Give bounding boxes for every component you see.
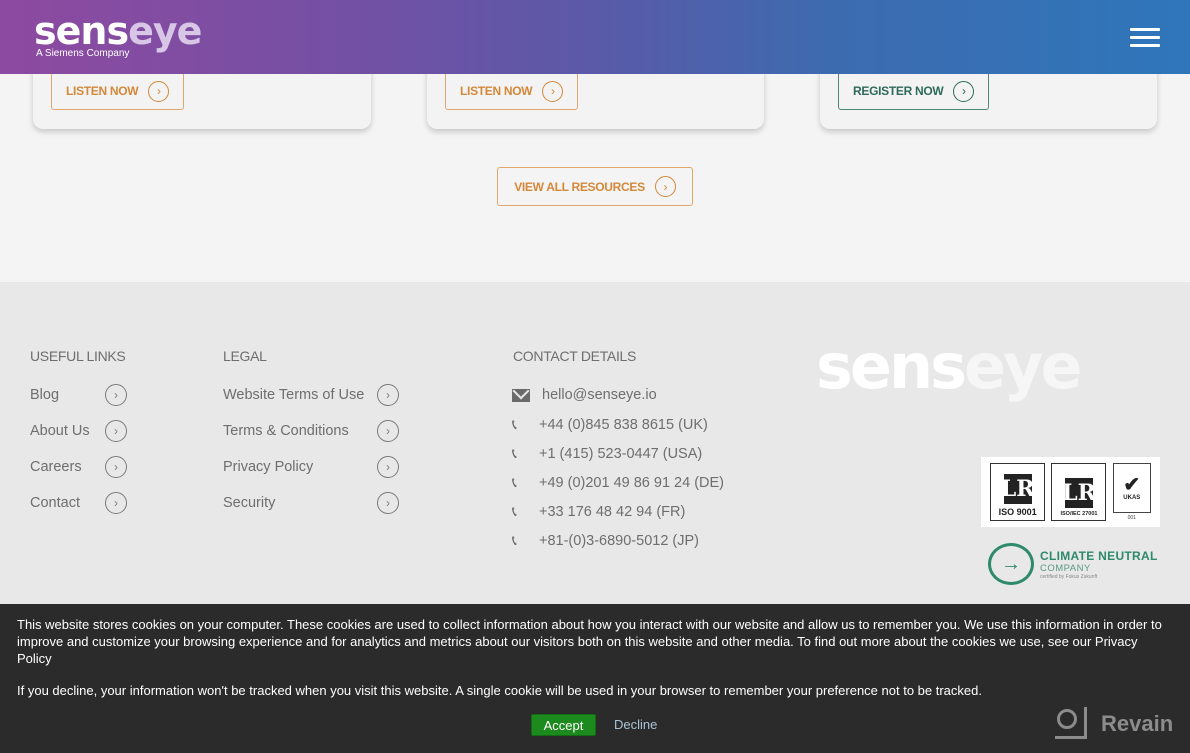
cookie-text: This website stores cookies on your comp… <box>17 617 1162 666</box>
logo-text: eye <box>964 330 1083 403</box>
decline-cookies-button[interactable]: Decline <box>614 716 657 733</box>
footer-link-terms-conditions[interactable]: Terms & Conditions › <box>223 420 399 442</box>
contact-details-title: CONTACT DETAILS <box>513 348 637 364</box>
chevron-right-icon: › <box>953 80 975 102</box>
chevron-right-icon: › <box>105 456 127 478</box>
footer-link-blog[interactable]: Blog › <box>30 384 127 406</box>
cookie-text-decline-info: If you decline, your information won't b… <box>17 683 982 698</box>
chevron-right-icon: › <box>105 420 127 442</box>
listen-now-button[interactable]: LISTEN NOW › <box>445 72 579 110</box>
button-label: LISTEN NOW <box>460 84 533 98</box>
chevron-right-icon: › <box>377 384 399 406</box>
footer-link-about-us[interactable]: About Us › <box>30 420 127 442</box>
arrow-leaf-icon: → <box>988 543 1034 585</box>
climate-title: CLIMATE NEUTRAL <box>1040 548 1158 563</box>
footer-senseye-logo: senseye <box>816 330 1083 403</box>
contact-email[interactable]: hello@senseye.io <box>512 387 657 403</box>
ukas-label: UKAS <box>1123 495 1141 501</box>
phone-text: +44 (0)845 838 8615 (UK) <box>539 416 708 433</box>
revain-watermark: Revain <box>1055 707 1173 739</box>
site-footer: USEFUL LINKS Blog › About Us › Careers › Co… <box>0 282 1190 604</box>
climate-neutral-badge: → CLIMATE NEUTRAL COMPANY certified by F… <box>988 543 1158 585</box>
phone-text: +33 176 48 42 94 (FR) <box>539 503 686 520</box>
button-label: VIEW ALL RESOURCES <box>514 179 645 194</box>
ukas-number: 001 <box>1127 515 1136 521</box>
iso-9001-badge: LR ISO 9001 <box>990 463 1046 521</box>
chevron-right-icon: › <box>654 176 676 197</box>
cert-label: ISO 9001 <box>998 507 1037 517</box>
climate-note: certified by Fokus Zukunft <box>1040 573 1098 580</box>
email-text: hello@senseye.io <box>542 387 657 403</box>
chevron-right-icon: › <box>148 80 170 102</box>
logo-text: sens <box>816 330 967 403</box>
phone-icon: 📞︎ <box>512 445 517 461</box>
senseye-logo[interactable]: senseye A Siemens Company <box>34 12 202 59</box>
lr-logo-icon: LR <box>1000 474 1035 504</box>
register-now-button[interactable]: REGISTER NOW › <box>838 72 990 110</box>
view-all-resources-button[interactable]: VIEW ALL RESOURCES › <box>497 167 693 206</box>
phone-icon: 📞︎ <box>512 503 517 519</box>
button-label: REGISTER NOW <box>853 84 944 98</box>
link-label: Careers <box>30 459 82 475</box>
ukas-badge: ✔ UKAS 001 <box>1112 463 1151 521</box>
iso-27001-badge: LR ISO/IEC 27001 <box>1051 463 1107 521</box>
phone-text: +49 (0)201 49 86 91 24 (DE) <box>539 474 724 491</box>
revain-logo-icon <box>1055 707 1087 739</box>
contact-phone[interactable]: 📞︎ +49 (0)201 49 86 91 24 (DE) <box>512 474 724 491</box>
certification-badges: LR ISO 9001 LR ISO/IEC 27001 ✔ UKAS 001 <box>981 457 1160 527</box>
link-label: Blog <box>30 387 60 403</box>
logo-text: sens <box>34 9 129 53</box>
link-label: Website Terms of Use <box>223 387 365 403</box>
cookie-banner: This website stores cookies on your comp… <box>0 604 1190 753</box>
chevron-right-icon: › <box>377 420 399 442</box>
accept-cookies-button[interactable]: Accept <box>531 714 596 736</box>
crown-check-icon: ✔ <box>1123 474 1141 496</box>
contact-phone[interactable]: 📞︎ +81-(0)3-6890-5012 (JP) <box>512 532 699 549</box>
contact-phone[interactable]: 📞︎ +33 176 48 42 94 (FR) <box>512 503 685 520</box>
lr-logo-icon: LR <box>1062 478 1096 508</box>
footer-link-security[interactable]: Security › <box>223 492 399 514</box>
legal-title: LEGAL <box>223 348 267 364</box>
chevron-right-icon: › <box>377 456 399 478</box>
chevron-right-icon: › <box>105 384 127 406</box>
climate-subtitle: COMPANY <box>1040 562 1091 574</box>
contact-phone[interactable]: 📞︎ +1 (415) 523-0447 (USA) <box>512 445 702 462</box>
cert-label: ISO/IEC 27001 <box>1060 511 1098 517</box>
logo-text: eye <box>128 9 202 53</box>
watermark-text: Revain <box>1101 710 1174 736</box>
mail-icon <box>512 388 530 402</box>
phone-text: +81-(0)3-6890-5012 (JP) <box>539 532 699 549</box>
hamburger-menu-icon[interactable] <box>1130 28 1160 48</box>
useful-links-title: USEFUL LINKS <box>30 348 126 364</box>
footer-link-careers[interactable]: Careers › <box>30 456 127 478</box>
phone-text: +1 (415) 523-0447 (USA) <box>539 445 703 462</box>
chevron-right-icon: › <box>377 492 399 514</box>
button-label: LISTEN NOW <box>66 84 139 98</box>
link-label: Contact <box>30 495 80 511</box>
chevron-right-icon: › <box>542 80 564 102</box>
phone-icon: 📞︎ <box>512 416 517 432</box>
contact-phone[interactable]: 📞︎ +44 (0)845 838 8615 (UK) <box>512 416 708 433</box>
footer-link-website-terms[interactable]: Website Terms of Use › <box>223 384 399 406</box>
chevron-right-icon: › <box>105 492 127 514</box>
link-label: Terms & Conditions <box>223 423 349 439</box>
footer-link-privacy-policy[interactable]: Privacy Policy › <box>223 456 399 478</box>
footer-link-contact[interactable]: Contact › <box>30 492 127 514</box>
listen-now-button[interactable]: LISTEN NOW › <box>51 72 185 110</box>
link-label: Security <box>223 495 276 511</box>
link-label: Privacy Policy <box>223 459 314 475</box>
phone-icon: 📞︎ <box>512 532 517 548</box>
site-header: senseye A Siemens Company <box>0 0 1190 74</box>
phone-icon: 📞︎ <box>512 474 517 490</box>
link-label: About Us <box>30 423 90 439</box>
